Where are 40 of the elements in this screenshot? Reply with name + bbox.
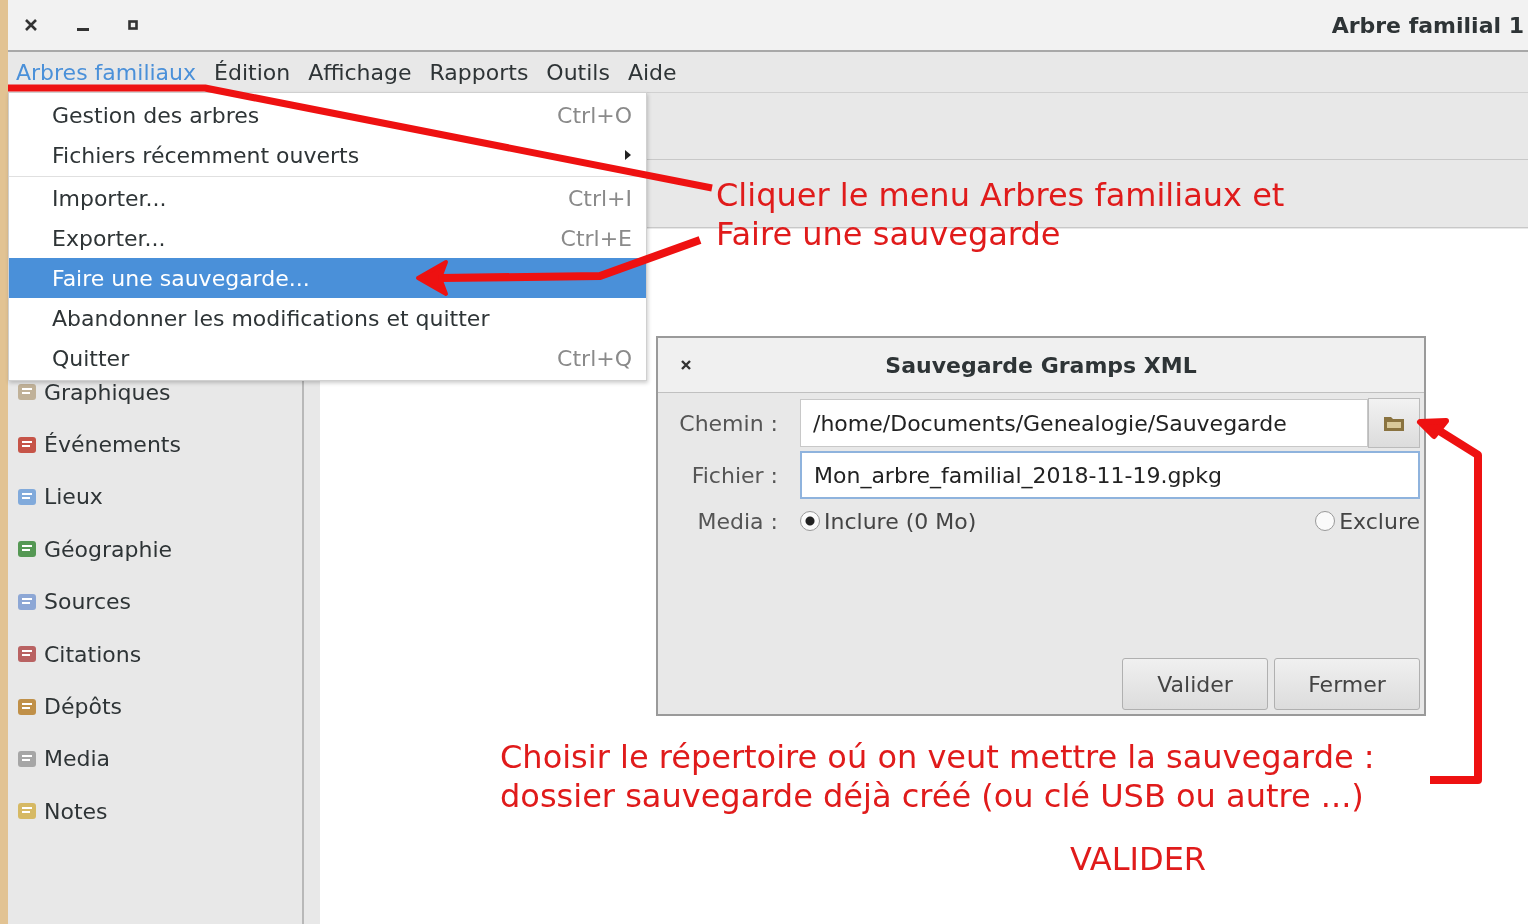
- menu-entry[interactable]: Importer... Ctrl+I: [9, 178, 646, 218]
- sidebar-item[interactable]: Citations: [8, 627, 302, 681]
- menu-item[interactable]: Édition: [210, 59, 295, 85]
- annotation-text: Cliquer le menu Arbres familiaux et Faire une sauvegarde: [716, 176, 1285, 255]
- annotation-text: Choisir le répertoire oú on veut mettre la sauvegarde : dossier sauvegarde déjà créé (ou clé USB ou autre ...): [500, 738, 1375, 817]
- menu-item[interactable]: Rapports: [425, 59, 533, 85]
- sidebar-item[interactable]: Notes: [8, 785, 302, 838]
- menu-entry[interactable]: Fichiers récemment ouverts: [9, 135, 646, 175]
- dialog-button[interactable]: Valider: [1122, 658, 1268, 710]
- menu-entry[interactable]: Gestion des arbres Ctrl+O: [9, 95, 646, 135]
- menu-entry[interactable]: Exporter... Ctrl+E: [9, 218, 646, 258]
- input-field[interactable]: /home/Documents/Genealogie/Sauvegarde: [800, 399, 1368, 447]
- close-icon[interactable]: [24, 18, 38, 32]
- sidebar-item[interactable]: Dépôts: [8, 680, 302, 733]
- input-field[interactable]: Mon_arbre_familial_2018-11-19.gpkg: [800, 451, 1420, 499]
- radio-option[interactable]: Inclure (0 Mo): [800, 508, 977, 534]
- sidebar-item[interactable]: Media: [8, 732, 302, 786]
- sidebar-item[interactable]: Lieux: [8, 470, 302, 524]
- dialog-button[interactable]: Fermer: [1274, 658, 1420, 710]
- close-icon[interactable]: [680, 359, 692, 371]
- sidebar-item[interactable]: Événements: [8, 418, 302, 471]
- radio-icon[interactable]: [800, 511, 820, 531]
- field-label: Media :: [696, 508, 779, 534]
- window-title: Arbre familial 1: [1331, 12, 1525, 38]
- radio-icon[interactable]: [1315, 511, 1336, 531]
- menu-item[interactable]: Aide: [623, 59, 681, 85]
- field-label: Chemin :: [678, 410, 779, 436]
- sidebar-item[interactable]: Sources: [8, 575, 302, 628]
- field-label: Fichier :: [690, 462, 779, 488]
- menu-item[interactable]: Outils: [542, 59, 614, 85]
- menu-entry[interactable]: Quitter Ctrl+Q: [9, 338, 646, 378]
- radio-option[interactable]: Exclure: [1315, 508, 1420, 534]
- menu-entry[interactable]: Abandonner les modifications et quitter: [9, 298, 646, 338]
- annotation-text: VALIDER: [1070, 840, 1207, 880]
- submenu-arrow-icon: [624, 149, 632, 161]
- sidebar-item[interactable]: Géographie: [8, 523, 302, 576]
- maximize-icon[interactable]: [128, 20, 138, 30]
- browse-button[interactable]: [1368, 398, 1420, 448]
- menu-item[interactable]: Affichage: [304, 59, 416, 85]
- dialog-title: Sauvegarde Gramps XML: [885, 352, 1197, 378]
